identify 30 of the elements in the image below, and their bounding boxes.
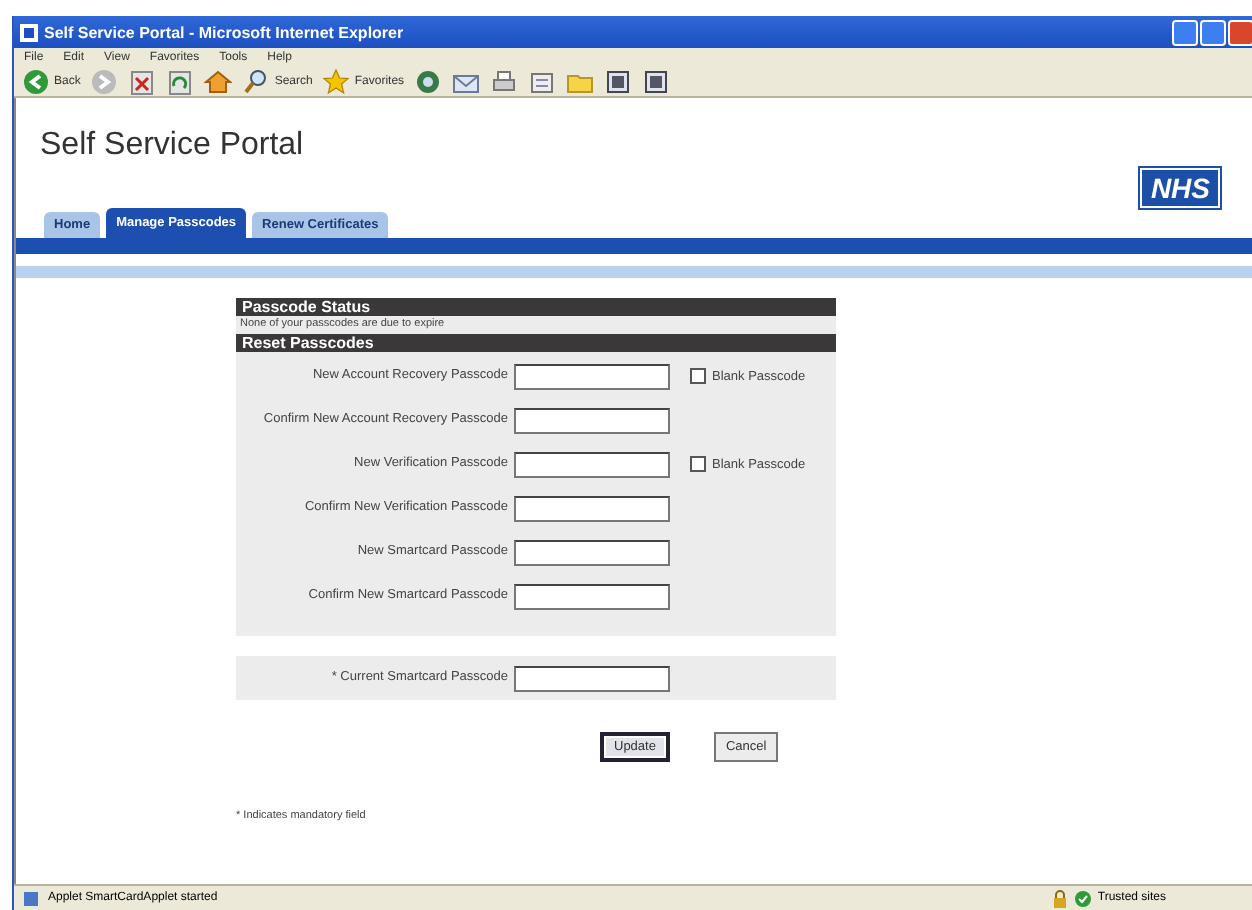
home-icon[interactable]: [204, 67, 233, 95]
section-heading: Reset Passcodes: [236, 334, 836, 352]
checkbox[interactable]: [690, 368, 706, 384]
document-icon[interactable]: [528, 67, 557, 95]
section-heading: Passcode Status: [236, 298, 836, 316]
close-button[interactable]: [1228, 19, 1252, 45]
page-icon: [22, 889, 40, 907]
passcode-field[interactable]: [514, 665, 670, 691]
passcode-field[interactable]: [514, 495, 670, 521]
star-icon: [322, 67, 351, 95]
passcode-field[interactable]: [514, 451, 670, 477]
search-icon: [242, 67, 271, 95]
passcode-field[interactable]: [514, 407, 670, 433]
printer-icon[interactable]: [490, 67, 519, 95]
nhs-logo: NHS: [1140, 168, 1220, 208]
browser-logo-icon: [20, 23, 38, 41]
check-circle-icon: [1073, 889, 1092, 907]
site-title: Self Service Portal: [40, 128, 304, 166]
passcode-field[interactable]: [514, 539, 670, 565]
minimize-button[interactable]: [1172, 19, 1198, 45]
passcode-field[interactable]: [514, 363, 670, 389]
window-title: Self Service Portal - Microsoft Internet Explorer: [44, 23, 404, 41]
refresh-icon[interactable]: [166, 67, 195, 95]
lock-icon: [1051, 889, 1068, 907]
maximize-button[interactable]: [1200, 19, 1226, 45]
checkbox[interactable]: [690, 456, 706, 472]
stop-icon[interactable]: [128, 67, 157, 95]
toolbar-icon[interactable]: [604, 67, 633, 95]
passcode-field[interactable]: [514, 583, 670, 609]
toolbar-icon[interactable]: [642, 67, 671, 95]
